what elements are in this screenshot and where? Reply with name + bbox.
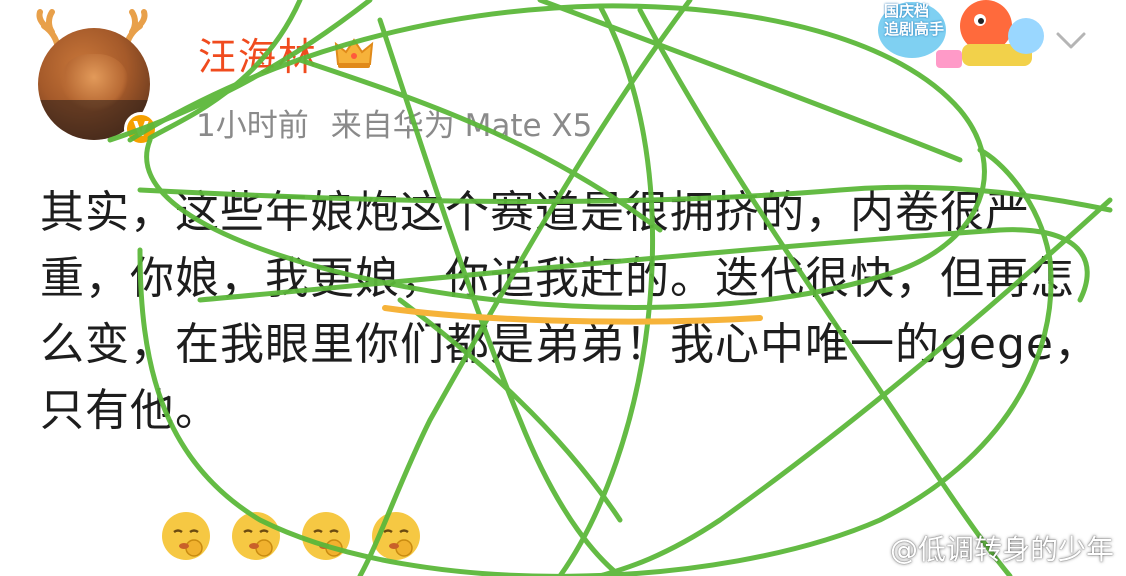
emoji-row xyxy=(160,510,422,562)
sticker-line2: 追剧高手 xyxy=(884,20,945,38)
shush-face-emoji-icon xyxy=(372,512,420,560)
holiday-sticker[interactable]: 国庆档 追剧高手 xyxy=(876,0,1066,74)
post-time: 1小时前 xyxy=(196,108,309,144)
crown-icon xyxy=(334,38,374,68)
shush-face-emoji-icon xyxy=(162,512,210,560)
shush-face-emoji-icon xyxy=(302,512,350,560)
username[interactable]: 汪海林 xyxy=(198,26,318,81)
watermark: @低调转身的少年 xyxy=(850,528,1114,568)
author-avatar[interactable]: V xyxy=(28,8,158,148)
sticker-line1: 国庆档 xyxy=(884,2,930,20)
post-source: 来自华为 Mate X5 xyxy=(330,108,593,144)
post-text: 其实，这些年娘炮这个赛道是很拥挤的，内卷很严重，你娘，我更娘，你追我赶的。迭代很… xyxy=(40,187,1099,436)
verified-v-icon: V xyxy=(124,112,158,146)
watermark-text: @低调转身的少年 xyxy=(889,533,1114,566)
post-meta: 1小时前 来自华为 Mate X5 xyxy=(196,100,592,145)
shush-face-emoji-icon xyxy=(232,512,280,560)
chevron-down-icon[interactable] xyxy=(1054,30,1088,52)
weibo-logo-icon xyxy=(850,536,883,562)
